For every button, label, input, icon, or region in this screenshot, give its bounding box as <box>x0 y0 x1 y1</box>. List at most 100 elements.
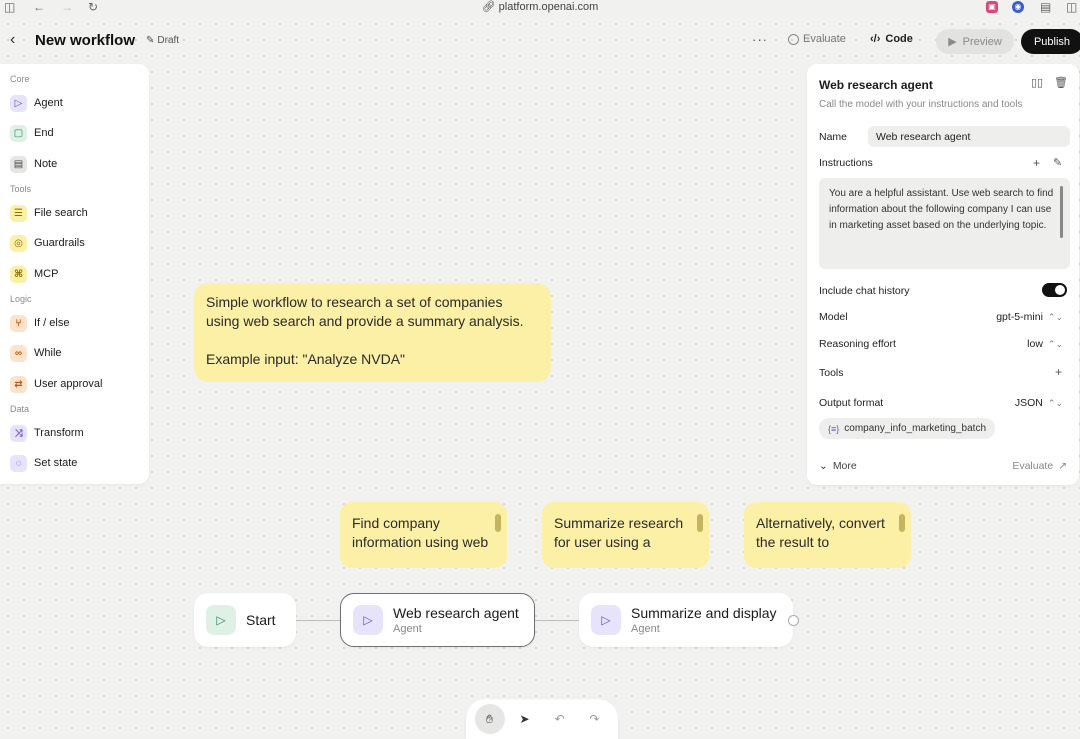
magic-wand-icon[interactable]: ✎ <box>1053 156 1062 169</box>
braces-icon: {≡} <box>828 423 840 434</box>
add-tool-icon[interactable]: + <box>1055 365 1062 379</box>
chevron-updown-icon: ⌃⌄ <box>1047 338 1063 349</box>
palette-item-note[interactable]: ▤ Note <box>10 155 57 173</box>
instructions-scrollbar[interactable] <box>1060 186 1063 238</box>
note-scrollbar[interactable] <box>495 514 501 532</box>
node-palette: Core ▷ Agent ▢ End ▤ Note Tools ☰ File s… <box>0 64 149 484</box>
palette-item-user-approval[interactable]: ⇄ User approval <box>10 375 102 393</box>
note-text: Alternatively, convert the result to <box>756 515 885 550</box>
preview-button[interactable]: ▶ Preview <box>936 29 1014 54</box>
palette-item-agent[interactable]: ▷ Agent <box>10 94 63 112</box>
reader-icon[interactable]: ▤ <box>1040 0 1051 14</box>
palette-item-end[interactable]: ▢ End <box>10 124 54 142</box>
section-label-core: Core <box>10 74 30 84</box>
palette-item-transform[interactable]: ⤨ Transform <box>10 424 84 442</box>
canvas-note-intro[interactable]: Simple workflow to research a set of com… <box>194 283 551 382</box>
note-icon: ▤ <box>10 155 27 173</box>
schema-chip[interactable]: {≡} company_info_marketing_batch <box>819 418 996 439</box>
note-scrollbar[interactable] <box>697 514 703 532</box>
note-text: Example input: "Analyze NVDA" <box>206 351 406 367</box>
node-title: Summarize and display <box>631 605 777 621</box>
canvas-note-convert[interactable]: Alternatively, convert the result to <box>744 502 911 568</box>
address-bar[interactable]: 🔗︎ platform.openai.com <box>0 0 1080 14</box>
undo-icon[interactable]: ↶ <box>545 704 575 734</box>
section-label-tools: Tools <box>10 184 32 194</box>
state-icon: ◌ <box>10 454 27 472</box>
play-icon: ▶ <box>948 36 957 48</box>
model-select[interactable]: gpt-5-mini ⌃⌄ <box>996 311 1063 323</box>
agent-icon: ▷ <box>353 605 383 635</box>
section-label-data: Data <box>10 404 30 414</box>
note-text: Summarize research for user using a <box>554 515 684 550</box>
chat-history-toggle[interactable] <box>1042 283 1067 297</box>
note-text: Find company information using web <box>352 515 489 550</box>
node-title: Start <box>246 612 276 628</box>
chat-history-label: Include chat history <box>819 285 910 297</box>
palette-item-set-state[interactable]: ◌ Set state <box>10 454 77 472</box>
output-format-select[interactable]: JSON ⌃⌄ <box>1015 397 1063 409</box>
note-scrollbar[interactable] <box>899 514 905 532</box>
add-icon[interactable]: + <box>1033 156 1040 170</box>
branch-icon: ⑂ <box>10 314 27 332</box>
palette-item-while[interactable]: ∞ While <box>10 344 62 362</box>
name-input[interactable] <box>868 126 1070 147</box>
pointer-tool-icon[interactable]: ➤ <box>510 704 540 734</box>
shield-icon: ◎ <box>10 234 27 252</box>
redo-icon[interactable]: ↷ <box>580 704 610 734</box>
docs-icon[interactable]: ▯▯ <box>1031 76 1043 89</box>
extension-icon[interactable]: ◉ <box>1012 1 1024 13</box>
canvas-note-research[interactable]: Find company information using web <box>340 502 507 568</box>
code-button[interactable]: ‹/› Code <box>870 33 913 45</box>
canvas-note-summarize[interactable]: Summarize research for user using a <box>542 502 709 568</box>
node-summarize-and-display[interactable]: ▷ Summarize and display Agent <box>579 593 793 647</box>
palette-item-file-search[interactable]: ☰ File search <box>10 204 88 222</box>
app-header: ‹ New workflow ✎ Draft ··· Evaluate ‹/› … <box>0 22 1080 62</box>
node-title: Web research agent <box>393 605 519 621</box>
play-icon: ▷ <box>206 605 236 635</box>
note-text: Simple workflow to research a set of com… <box>206 294 524 329</box>
tools-label: Tools <box>819 367 844 379</box>
trash-icon[interactable]: 🗑︎ <box>1054 76 1068 89</box>
shuffle-icon: ⤨ <box>10 424 27 442</box>
chevron-updown-icon: ⌃⌄ <box>1047 397 1063 408</box>
palette-item-if-else[interactable]: ⑂ If / else <box>10 314 69 332</box>
link-icon: 🔗︎ <box>481 1 496 13</box>
inspector-title: Web research agent <box>819 78 933 92</box>
agent-icon: ▷ <box>591 605 621 635</box>
output-handle[interactable] <box>788 615 799 626</box>
name-label: Name <box>819 131 848 143</box>
reasoning-label: Reasoning effort <box>819 338 896 350</box>
command-icon: ⌘ <box>10 265 27 283</box>
section-label-logic: Logic <box>10 294 32 304</box>
instructions-textarea[interactable]: You are a helpful assistant. Use web sea… <box>819 178 1070 269</box>
code-icon: ‹/› <box>870 33 881 45</box>
palette-item-mcp[interactable]: ⌘ MCP <box>10 265 58 283</box>
publish-button[interactable]: Publish <box>1021 29 1080 54</box>
node-subtitle: Agent <box>631 623 660 635</box>
node-web-research-agent[interactable]: ▷ Web research agent Agent <box>340 593 535 647</box>
database-icon: ☰ <box>10 204 27 222</box>
node-start[interactable]: ▷ Start <box>194 593 296 647</box>
inspector-subtitle: Call the model with your instructions an… <box>819 99 1023 110</box>
browser-toolbar: ◫ ← → ↻ 🔗︎ platform.openai.com ▣ ◉ ▤ ◫ <box>0 0 1080 14</box>
loop-icon: ∞ <box>10 344 27 362</box>
page-title: New workflow <box>35 32 136 49</box>
split-view-icon[interactable]: ◫ <box>1066 0 1077 14</box>
evaluate-icon <box>788 33 799 45</box>
more-toggle[interactable]: ⌄ More <box>819 460 857 472</box>
external-link-icon: ↗ <box>1058 460 1067 472</box>
back-chevron-icon[interactable]: ‹ <box>10 31 15 49</box>
end-icon: ▢ <box>10 124 27 142</box>
output-format-label: Output format <box>819 397 884 409</box>
draft-badge: ✎ Draft <box>146 35 180 46</box>
node-subtitle: Agent <box>393 623 422 635</box>
reasoning-select[interactable]: low ⌃⌄ <box>1027 338 1063 350</box>
edge-start-research <box>296 620 340 622</box>
hand-tool-icon[interactable]: ✋︎ <box>474 704 505 734</box>
more-menu-icon[interactable]: ··· <box>752 32 768 47</box>
evaluate-link[interactable]: Evaluate ↗ <box>1012 460 1067 472</box>
evaluate-button[interactable]: Evaluate <box>788 33 846 45</box>
extension-icon[interactable]: ▣ <box>986 1 998 13</box>
palette-item-guardrails[interactable]: ◎ Guardrails <box>10 234 85 252</box>
chevron-down-icon: ⌄ <box>819 460 828 472</box>
